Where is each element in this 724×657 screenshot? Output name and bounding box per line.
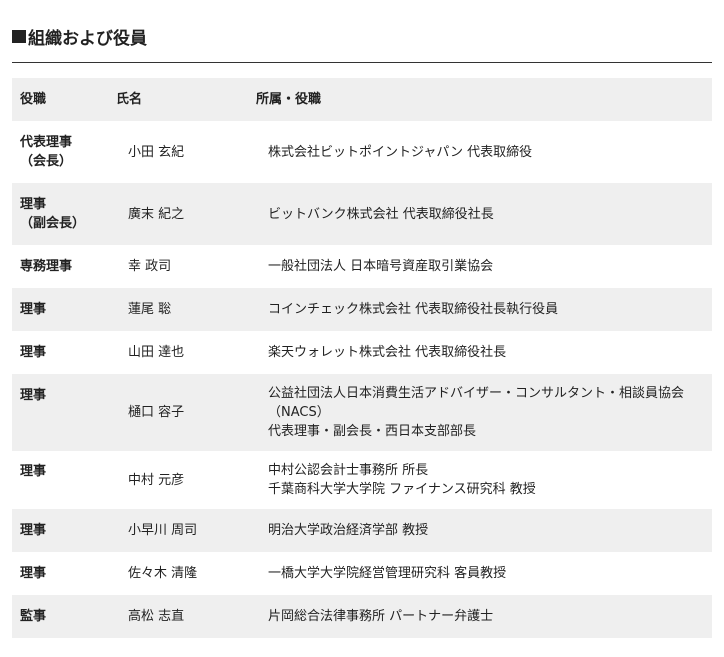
affiliation-text: （NACS） xyxy=(268,405,330,420)
header-name: 氏名 xyxy=(116,78,256,121)
name-cell: 山田 達也 xyxy=(116,331,256,374)
name-text: 高松 志直 xyxy=(128,609,185,624)
affiliation-text: 株式会社ビットポイントジャパン 代表取締役 xyxy=(268,144,533,160)
name-text: 蓮尾 聡 xyxy=(128,302,172,317)
role-cell: 理事 （副会長） xyxy=(12,183,116,245)
role-cell: 理事 xyxy=(12,451,116,509)
affiliation-text: 一般社団法人 日本暗号資産取引業協会 xyxy=(268,259,494,274)
role-text: 理事 xyxy=(20,388,47,403)
role-text: （副会長） xyxy=(20,216,86,231)
affiliation-cell: 株式会社ビットポイントジャパン 代表取締役 xyxy=(256,121,712,183)
name-cell: 佐々木 清隆 xyxy=(116,552,256,595)
officers-table: 役職 氏名 所属・役職 代表理事 （会長） 小田 玄紀 株式会社ビットポイントジ… xyxy=(12,78,712,638)
table-row: 監事 高松 志直 片岡総合法律事務所 パートナー弁護士 xyxy=(12,595,712,638)
role-cell: 理事 xyxy=(12,331,116,374)
affiliation-text: 明治大学政治経済学部 教授 xyxy=(268,523,429,538)
name-cell: 樋口 容子 xyxy=(116,374,256,451)
role-text: （会長） xyxy=(20,154,73,169)
affiliation-cell: 中村公認会計士事務所 所長 千葉商科大学大学院 ファイナンス研究科 教授 xyxy=(256,451,712,509)
role-text: 専務理事 xyxy=(20,259,73,274)
role-text: 理事 xyxy=(20,566,47,581)
affiliation-cell: 明治大学政治経済学部 教授 xyxy=(256,509,712,552)
table-row: 理事 中村 元彦 中村公認会計士事務所 所長 千葉商科大学大学院 ファイナンス研… xyxy=(12,451,712,509)
section-title-text: 組織および役員 xyxy=(28,28,147,49)
role-text: 代表理事 xyxy=(20,135,73,150)
affiliation-cell: コインチェック株式会社 代表取締役社長執行役員 xyxy=(256,288,712,331)
header-name-label: 氏名 xyxy=(116,92,143,107)
name-text: 幸 政司 xyxy=(128,259,172,274)
affiliation-cell: 一般社団法人 日本暗号資産取引業協会 xyxy=(256,245,712,288)
role-cell: 理事 xyxy=(12,288,116,331)
affiliation-text: 公益社団法人日本消費生活アドバイザー・コンサルタント・相談員協会 xyxy=(268,386,685,401)
role-text: 理事 xyxy=(20,302,47,317)
header-role: 役職 xyxy=(12,78,116,121)
name-cell: 幸 政司 xyxy=(116,245,256,288)
affiliation-text: ビットバンク株式会社 代表取締役社長 xyxy=(268,206,494,222)
name-text: 樋口 容子 xyxy=(128,405,185,420)
role-cell: 理事 xyxy=(12,509,116,552)
affiliation-text: 代表理事・副会長・西日本支部部長 xyxy=(268,424,477,439)
affiliation-text: 楽天ウォレット株式会社 代表取締役社長 xyxy=(268,345,507,360)
affiliation-text: 片岡総合法律事務所 パートナー弁護士 xyxy=(268,609,494,624)
affiliation-text: 一橋大学大学院経営管理研究科 客員教授 xyxy=(268,566,507,581)
affiliation-cell: 片岡総合法律事務所 パートナー弁護士 xyxy=(256,595,712,638)
name-text: 山田 達也 xyxy=(128,345,185,360)
square-bullet-icon xyxy=(12,29,26,43)
name-cell: 小早川 周司 xyxy=(116,509,256,552)
role-cell: 理事 xyxy=(12,552,116,595)
affiliation-cell: 一橋大学大学院経営管理研究科 客員教授 xyxy=(256,552,712,595)
table-row: 理事 佐々木 清隆 一橋大学大学院経営管理研究科 客員教授 xyxy=(12,552,712,595)
role-text: 理事 xyxy=(20,345,47,360)
role-text: 理事 xyxy=(20,464,47,479)
name-text: 小早川 周司 xyxy=(128,523,198,538)
table-row: 代表理事 （会長） 小田 玄紀 株式会社ビットポイントジャパン 代表取締役 xyxy=(12,121,712,183)
affiliation-cell: 公益社団法人日本消費生活アドバイザー・コンサルタント・相談員協会 （NACS） … xyxy=(256,374,712,451)
header-affiliation-label: 所属・役職 xyxy=(256,92,322,107)
table-row: 理事 （副会長） 廣末 紀之 ビットバンク株式会社 代表取締役社長 xyxy=(12,183,712,245)
table-row: 理事 蓮尾 聡 コインチェック株式会社 代表取締役社長執行役員 xyxy=(12,288,712,331)
table-row: 理事 樋口 容子 公益社団法人日本消費生活アドバイザー・コンサルタント・相談員協… xyxy=(12,374,712,451)
header-role-label: 役職 xyxy=(20,92,47,107)
name-cell: 蓮尾 聡 xyxy=(116,288,256,331)
section-title: 組織および役員 xyxy=(12,24,147,49)
role-text: 理事 xyxy=(20,523,47,538)
affiliation-text: 中村公認会計士事務所 所長 xyxy=(268,463,429,478)
table-row: 理事 山田 達也 楽天ウォレット株式会社 代表取締役社長 xyxy=(12,331,712,374)
name-text: 小田 玄紀 xyxy=(128,144,185,160)
title-divider xyxy=(12,62,712,63)
role-cell: 監事 xyxy=(12,595,116,638)
affiliation-cell: 楽天ウォレット株式会社 代表取締役社長 xyxy=(256,331,712,374)
header-affiliation: 所属・役職 xyxy=(256,78,712,121)
role-text: 理事 xyxy=(20,197,47,212)
role-text: 監事 xyxy=(20,609,47,624)
role-cell: 専務理事 xyxy=(12,245,116,288)
role-cell: 理事 xyxy=(12,374,116,451)
name-cell: 高松 志直 xyxy=(116,595,256,638)
name-cell: 中村 元彦 xyxy=(116,451,256,509)
name-cell: 廣末 紀之 xyxy=(116,183,256,245)
affiliation-text: 千葉商科大学大学院 ファイナンス研究科 教授 xyxy=(268,482,536,497)
table-row: 専務理事 幸 政司 一般社団法人 日本暗号資産取引業協会 xyxy=(12,245,712,288)
table-header-row: 役職 氏名 所属・役職 xyxy=(12,78,712,121)
affiliation-text: コインチェック株式会社 代表取締役社長執行役員 xyxy=(268,302,559,317)
name-cell: 小田 玄紀 xyxy=(116,121,256,183)
role-cell: 代表理事 （会長） xyxy=(12,121,116,183)
name-text: 佐々木 清隆 xyxy=(128,566,198,581)
name-text: 廣末 紀之 xyxy=(128,206,185,222)
table-row: 理事 小早川 周司 明治大学政治経済学部 教授 xyxy=(12,509,712,552)
affiliation-cell: ビットバンク株式会社 代表取締役社長 xyxy=(256,183,712,245)
name-text: 中村 元彦 xyxy=(128,472,185,488)
